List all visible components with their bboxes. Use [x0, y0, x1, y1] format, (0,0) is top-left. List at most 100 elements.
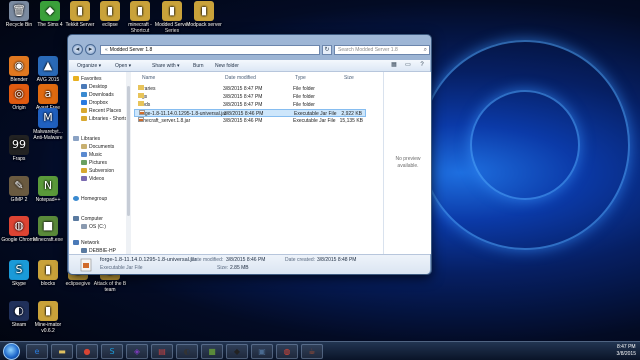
- preview-text-2: available.: [397, 163, 419, 169]
- taskbar-app-button[interactable]: S: [101, 344, 123, 359]
- desktop-icon-label: Notepad++: [35, 197, 61, 203]
- nav-dropbox[interactable]: Dropbox: [81, 99, 108, 107]
- nav-subversion[interactable]: Subversion: [81, 167, 114, 175]
- desktop-icon[interactable]: 99 Fraps: [0, 135, 38, 162]
- desktop-app-icon: N: [38, 176, 58, 196]
- refresh-button[interactable]: ↻: [322, 45, 332, 55]
- search-input[interactable]: Search Modded Server 1.8 ⌕: [334, 45, 430, 55]
- nav-libraries-shortcut[interactable]: Libraries - Shortcu: [81, 115, 130, 123]
- open-button[interactable]: Open ▾: [115, 60, 131, 72]
- search-icon: ⌕: [423, 47, 427, 53]
- nav-libraries[interactable]: Libraries: [73, 135, 100, 143]
- taskbar-app-button[interactable]: ▤: [151, 344, 173, 359]
- nav-pictures[interactable]: Pictures: [81, 159, 107, 167]
- nav-favorites[interactable]: Favorites: [73, 75, 102, 83]
- taskbar-app-button[interactable]: ◆: [226, 344, 248, 359]
- column-date-header[interactable]: Date modified: [225, 74, 256, 82]
- start-button[interactable]: [3, 343, 20, 360]
- nav-documents[interactable]: Documents: [81, 143, 114, 151]
- taskbar-app-button[interactable]: e: [26, 344, 48, 359]
- file-row[interactable]: logs 3/8/2015 8:47 PM File folder: [134, 93, 366, 101]
- desktop-icon[interactable]: ◎ Origin: [0, 84, 38, 111]
- nav-homegroup[interactable]: Homegroup: [73, 195, 107, 203]
- file-type: File folder: [293, 94, 315, 100]
- desktop-icon-label: Minecraft.exe: [32, 237, 63, 243]
- forward-button[interactable]: ▸: [85, 44, 96, 55]
- nav-os-c[interactable]: OS (C:): [81, 223, 106, 231]
- desktop-icon[interactable]: ▮ Mine-imator v0.6.2: [29, 301, 67, 334]
- folder-icon: [138, 101, 144, 106]
- taskbar-app-button[interactable]: ■: [201, 344, 223, 359]
- share-with-button[interactable]: Share with ▾: [152, 60, 180, 72]
- desktop-app-icon: a: [38, 84, 58, 104]
- desktop-icon-label: Mine-imator v0.6.2: [34, 322, 62, 334]
- nav-recent-places[interactable]: Recent Places: [81, 107, 121, 115]
- desktop-app-icon: ◎: [9, 84, 29, 104]
- file-list: Name Date modified Type Size libraries 3/…: [132, 72, 383, 254]
- preview-pane-icon[interactable]: ▭: [403, 61, 413, 70]
- desktop-icon[interactable]: ▮ Modpack server: [185, 1, 223, 28]
- taskbar-app-button[interactable]: ▣: [251, 344, 273, 359]
- new-folder-button[interactable]: New folder: [215, 60, 239, 72]
- desktop-app-icon: ▮: [100, 1, 120, 21]
- file-row[interactable]: minecraft_server.1.8.jar 3/8/2015 8:46 PM…: [134, 117, 366, 125]
- system-clock[interactable]: 8:47 PM 3/8/2015: [617, 344, 636, 358]
- desktop-icon-label: Skype: [12, 281, 26, 287]
- libraries-icon: [73, 136, 79, 142]
- file-row[interactable]: libraries 3/8/2015 8:47 PM File folder: [134, 85, 366, 93]
- desktop-icon[interactable]: N Notepad++: [29, 176, 67, 203]
- column-size-header[interactable]: Size: [344, 74, 354, 82]
- back-button[interactable]: ◂: [72, 44, 83, 55]
- details-date-modified-label: Date modified:: [191, 257, 224, 263]
- file-row[interactable]: mods 3/8/2015 8:47 PM File folder: [134, 101, 366, 109]
- details-filename: forge-1.8-11.14.0.1295-1.8-universal.jar: [100, 257, 197, 263]
- nav-scrollbar[interactable]: [126, 72, 131, 254]
- desktop-icon[interactable]: ▲ AVG 2015: [29, 56, 67, 83]
- taskbar-app-button[interactable]: ☕: [301, 344, 323, 359]
- clock-date: 3/8/2015: [616, 351, 636, 357]
- desktop-icon-label: GIMP 2: [10, 197, 28, 203]
- desktop-app-icon: ▮: [162, 1, 182, 21]
- jar-file-icon: [80, 258, 92, 272]
- file-size: 15,135 KB: [339, 118, 363, 124]
- nav-desktop[interactable]: Desktop: [81, 83, 107, 91]
- nav-music[interactable]: Music: [81, 151, 102, 159]
- help-icon[interactable]: ?: [417, 61, 427, 70]
- nav-scroll-thumb[interactable]: [127, 86, 130, 216]
- search-placeholder: Search Modded Server 1.8: [338, 47, 398, 53]
- desktop-icon[interactable]: ■ Minecraft.exe: [29, 216, 67, 243]
- file-date: 3/8/2015 8:47 PM: [223, 94, 263, 100]
- nav-videos[interactable]: Videos: [81, 175, 104, 183]
- view-options-icon[interactable]: ▦: [389, 61, 399, 70]
- desktop-icon-label: AVG 2015: [36, 77, 60, 83]
- taskbar-app-button[interactable]: ◍: [276, 344, 298, 359]
- desktop-icon-label: minecraft - Shortcut: [128, 22, 152, 34]
- organize-button[interactable]: Organize ▾: [77, 60, 101, 72]
- taskbar-app-button[interactable]: ◈: [126, 344, 148, 359]
- nav-downloads[interactable]: Downloads: [81, 91, 114, 99]
- details-size-label: Size:: [217, 265, 229, 271]
- nav-network[interactable]: Network: [73, 239, 99, 247]
- details-date-created-label: Date created:: [285, 257, 316, 263]
- details-type: Executable Jar File: [100, 265, 143, 271]
- desktop-icon-label: blocks: [40, 281, 56, 287]
- drive-icon: [81, 224, 87, 230]
- address-path: Modded Server 1.8: [109, 47, 153, 53]
- nav-computer[interactable]: Computer: [73, 215, 103, 223]
- desktop-icon-label: Steam: [11, 322, 27, 328]
- taskbar-app-button[interactable]: ▬: [51, 344, 73, 359]
- desktop-icon-label: Recycle Bin: [5, 22, 33, 28]
- burn-button[interactable]: Burn: [193, 60, 204, 72]
- column-type-header[interactable]: Type: [295, 74, 306, 82]
- file-row[interactable]: forge-1.8-11.14.0.1295-1.8-universal.jar…: [134, 109, 366, 117]
- file-name: mods: [138, 101, 151, 108]
- folder-icon: [138, 93, 144, 98]
- taskbar-app-button[interactable]: ◐: [176, 344, 198, 359]
- column-name-header[interactable]: Name: [142, 74, 155, 82]
- taskbar-app-button[interactable]: ●: [76, 344, 98, 359]
- address-bar[interactable]: «Modded Server 1.8: [100, 45, 320, 55]
- explorer-window[interactable]: ◂ ▸ «Modded Server 1.8 ↻ Search Modded S…: [67, 34, 432, 275]
- desktop-app-icon: M: [38, 108, 58, 128]
- file-name: libraries: [138, 85, 156, 92]
- subversion-icon: [81, 168, 87, 174]
